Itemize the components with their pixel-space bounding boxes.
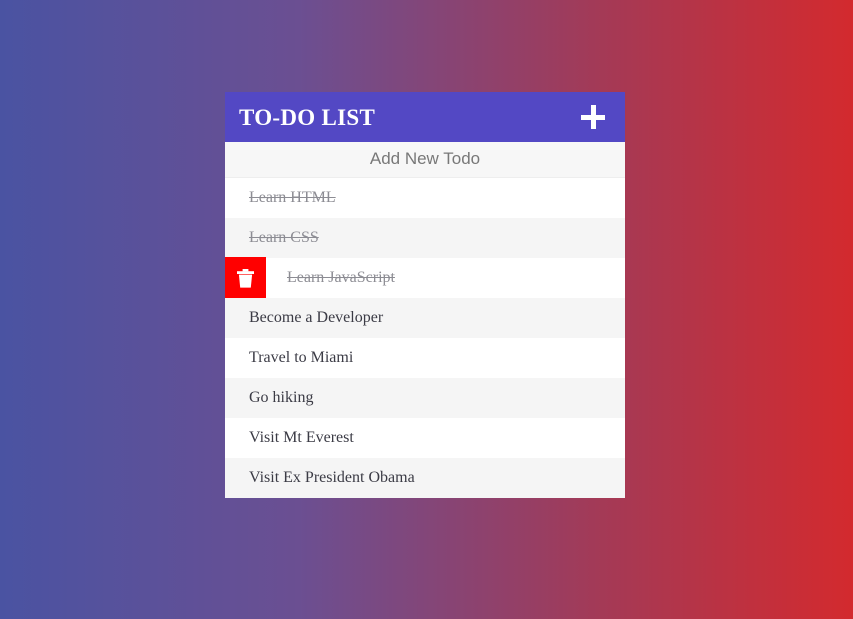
todo-label: Learn JavaScript [287, 269, 395, 286]
todo-label: Visit Mt Everest [249, 429, 354, 446]
todo-label: Become a Developer [249, 309, 384, 326]
add-todo-input[interactable] [225, 142, 625, 177]
todo-row[interactable]: Travel to Miami [225, 338, 625, 378]
page-title: TO-DO LIST [239, 104, 376, 130]
todo-row[interactable]: Become a Developer [225, 298, 625, 338]
todo-row[interactable]: Visit Ex President Obama [225, 458, 625, 498]
plus-icon-vertical [590, 105, 596, 129]
todo-label: Learn CSS [249, 229, 319, 246]
todo-list: Learn HTML Learn CSS Learn JavaScript Becom… [225, 178, 625, 498]
todo-row[interactable]: Learn JavaScript [225, 257, 625, 299]
delete-todo-button[interactable] [225, 257, 266, 299]
add-todo-button[interactable] [578, 102, 608, 132]
todo-row[interactable]: Visit Mt Everest [225, 418, 625, 458]
todo-row[interactable]: Learn CSS [225, 218, 625, 258]
todo-label: Go hiking [249, 389, 314, 406]
trash-icon [237, 268, 254, 288]
card-header: TO-DO LIST [225, 92, 625, 142]
todo-row[interactable]: Go hiking [225, 378, 625, 418]
todo-label: Learn HTML [249, 189, 336, 206]
app-root: TO-DO LIST Learn HTML Learn CSS Learn Java… [0, 0, 853, 619]
add-todo-form [225, 142, 625, 178]
todo-label: Travel to Miami [249, 349, 354, 366]
todo-row[interactable]: Learn HTML [225, 178, 625, 218]
todo-label: Visit Ex President Obama [249, 469, 415, 486]
todo-card: TO-DO LIST Learn HTML Learn CSS Learn Java… [225, 92, 625, 498]
